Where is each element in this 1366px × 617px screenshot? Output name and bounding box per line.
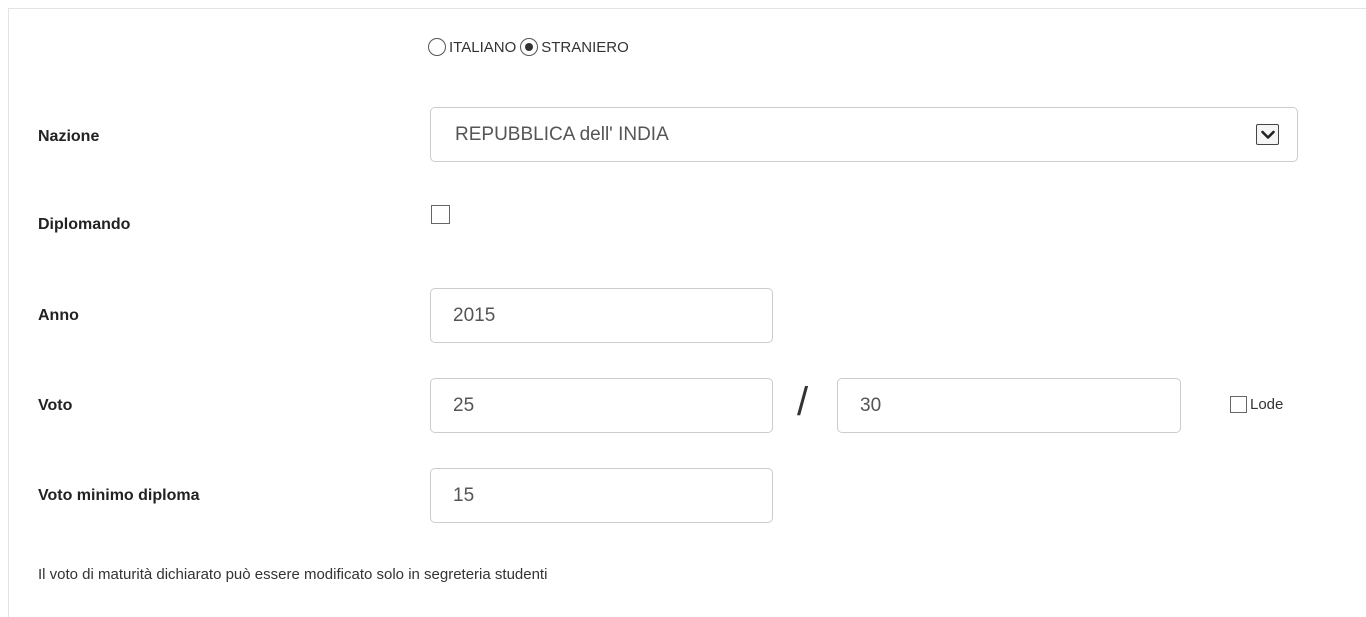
- radio-straniero-label[interactable]: STRANIERO: [541, 39, 629, 56]
- lode-option[interactable]: Lode: [1230, 396, 1283, 413]
- anno-input[interactable]: 2015: [430, 288, 773, 343]
- panel-top-border: [8, 8, 1366, 9]
- radio-straniero[interactable]: [520, 38, 539, 56]
- panel-left-border: [8, 8, 9, 617]
- radio-italiano-label[interactable]: ITALIANO: [449, 39, 516, 56]
- voto-max-value: 30: [860, 394, 882, 416]
- voto-minimo-input[interactable]: 15: [430, 468, 773, 523]
- nazione-selected-value: REPUBBLICA dell' INDIA: [455, 123, 669, 145]
- form-panel: ITALIANO STRANIERO Nazione REPUBBLICA de…: [0, 0, 1366, 617]
- diplomando-checkbox[interactable]: [431, 205, 450, 224]
- voto-label: Voto: [38, 397, 73, 414]
- voto-minimo-value: 15: [453, 484, 475, 506]
- radio-italiano[interactable]: [428, 38, 446, 56]
- cittadinanza-radio-group: ITALIANO STRANIERO: [428, 38, 633, 56]
- voto-max-input[interactable]: 30: [837, 378, 1181, 433]
- voto-separator: /: [797, 380, 809, 424]
- voto-input[interactable]: 25: [430, 378, 773, 433]
- radio-selected-dot: [525, 43, 534, 51]
- lode-label[interactable]: Lode: [1250, 396, 1283, 413]
- nazione-label: Nazione: [38, 128, 100, 145]
- voto-minimo-label: Voto minimo diploma: [38, 487, 200, 504]
- info-note: Il voto di maturità dichiarato può esser…: [38, 566, 548, 583]
- voto-value: 25: [453, 394, 475, 416]
- diplomando-label: Diplomando: [38, 216, 131, 233]
- nazione-select[interactable]: REPUBBLICA dell' INDIA: [430, 107, 1298, 162]
- anno-value: 2015: [453, 304, 496, 326]
- chevron-down-icon[interactable]: [1256, 124, 1279, 145]
- lode-checkbox[interactable]: [1230, 396, 1247, 413]
- anno-label: Anno: [38, 307, 79, 324]
